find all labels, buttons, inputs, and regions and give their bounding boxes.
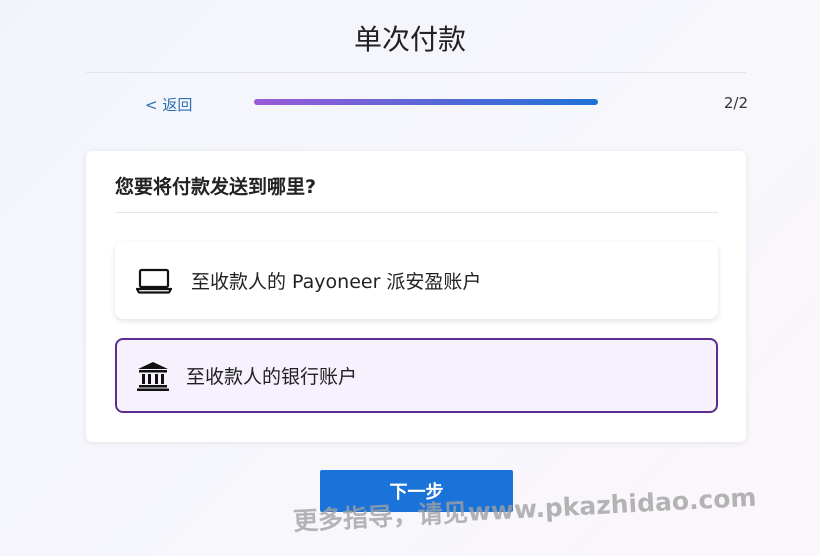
destination-card: 您要将付款发送到哪里? 至收款人的 Payoneer 派安盈账户 至收款人的银行 [86,151,746,442]
header-divider [86,72,746,73]
laptop-icon [135,266,173,296]
option-payoneer-account[interactable]: 至收款人的 Payoneer 派安盈账户 [115,242,718,319]
progress-bar-fill [254,99,598,105]
option-bank-label: 至收款人的银行账户 [186,366,358,388]
progress-bar [254,99,598,105]
card-divider [115,212,718,213]
page-title: 单次付款 [353,23,466,56]
destination-question: 您要将付款发送到哪里? [115,176,317,198]
back-link[interactable]: < 返回 [145,94,192,115]
step-indicator: 2/2 [723,94,748,112]
option-payoneer-label: 至收款人的 Payoneer 派安盈账户 [191,271,482,293]
bank-icon [134,361,172,391]
option-bank-account[interactable]: 至收款人的银行账户 [115,338,718,413]
